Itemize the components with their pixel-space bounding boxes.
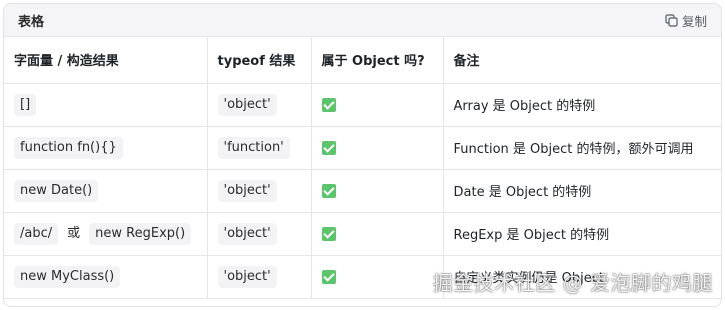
table-card: 表格 复制 字面量 / 构造结果 typeof 结果 属于 Object 吗? …	[3, 3, 722, 307]
is-object-cell	[311, 126, 444, 170]
code-literal: function fn(){}	[14, 136, 123, 159]
copy-icon	[665, 13, 678, 27]
typeof-cell: 'object'	[207, 255, 312, 299]
note-cell: Function 是 Object 的特例，额外可调用	[443, 126, 721, 170]
code-typeof: 'object'	[217, 222, 277, 245]
literal-cell: []	[4, 83, 208, 127]
literal-cell: function fn(){}	[4, 126, 208, 170]
copy-button[interactable]: 复制	[665, 11, 707, 30]
card-title: 表格	[18, 14, 45, 30]
check-mark-icon	[321, 226, 336, 241]
table-row: new MyClass() 'object' 自定义类实例仍是 Object	[4, 255, 721, 299]
typeof-cell: 'object'	[207, 169, 312, 213]
column-header-literal: 字面量 / 构造结果	[4, 37, 208, 84]
check-mark-icon	[321, 140, 336, 155]
copy-label: 复制	[681, 13, 707, 29]
literal-cell: new MyClass()	[4, 255, 208, 299]
or-text: 或	[67, 226, 81, 241]
is-object-cell	[311, 255, 444, 299]
data-table: 字面量 / 构造结果 typeof 结果 属于 Object 吗? 备注 [] …	[4, 37, 721, 299]
typeof-cell: 'object'	[207, 83, 312, 127]
note-cell: 自定义类实例仍是 Object	[443, 255, 721, 299]
note-cell: Array 是 Object 的特例	[443, 83, 721, 127]
is-object-cell	[311, 212, 444, 256]
table-row: new Date() 'object' Date 是 Object 的特例	[4, 169, 721, 213]
column-header-note: 备注	[443, 37, 721, 84]
code-typeof: 'object'	[217, 179, 277, 202]
code-typeof: 'object'	[217, 265, 277, 288]
is-object-cell	[311, 169, 444, 213]
note-cell: RegExp 是 Object 的特例	[443, 212, 721, 256]
check-mark-icon	[321, 97, 336, 112]
column-header-typeof: typeof 结果	[207, 37, 312, 84]
code-literal: new Date()	[14, 179, 99, 202]
table-row: [] 'object' Array 是 Object 的特例	[4, 83, 721, 127]
table-row: function fn(){} 'function' Function 是 Ob…	[4, 126, 721, 170]
code-literal: new MyClass()	[14, 265, 121, 288]
is-object-cell	[311, 83, 444, 127]
check-mark-icon	[321, 269, 336, 284]
code-typeof: 'function'	[217, 136, 290, 159]
typeof-cell: 'function'	[207, 126, 312, 170]
code-literal: /abc/	[14, 223, 59, 245]
code-literal: []	[14, 93, 37, 116]
check-mark-icon	[321, 183, 336, 198]
code-typeof: 'object'	[217, 93, 277, 116]
table-row: /abc/或 new RegExp() 'object' RegExp 是 Obj…	[4, 212, 721, 256]
literal-cell: /abc/或 new RegExp()	[4, 212, 208, 256]
code-literal-alt: new RegExp()	[89, 223, 192, 245]
card-header: 表格 复制	[4, 4, 721, 37]
literal-cell: new Date()	[4, 169, 208, 213]
typeof-cell: 'object'	[207, 212, 312, 256]
note-cell: Date 是 Object 的特例	[443, 169, 721, 213]
column-header-is-object: 属于 Object 吗?	[311, 37, 444, 84]
table-header-row: 字面量 / 构造结果 typeof 结果 属于 Object 吗? 备注	[4, 37, 721, 84]
